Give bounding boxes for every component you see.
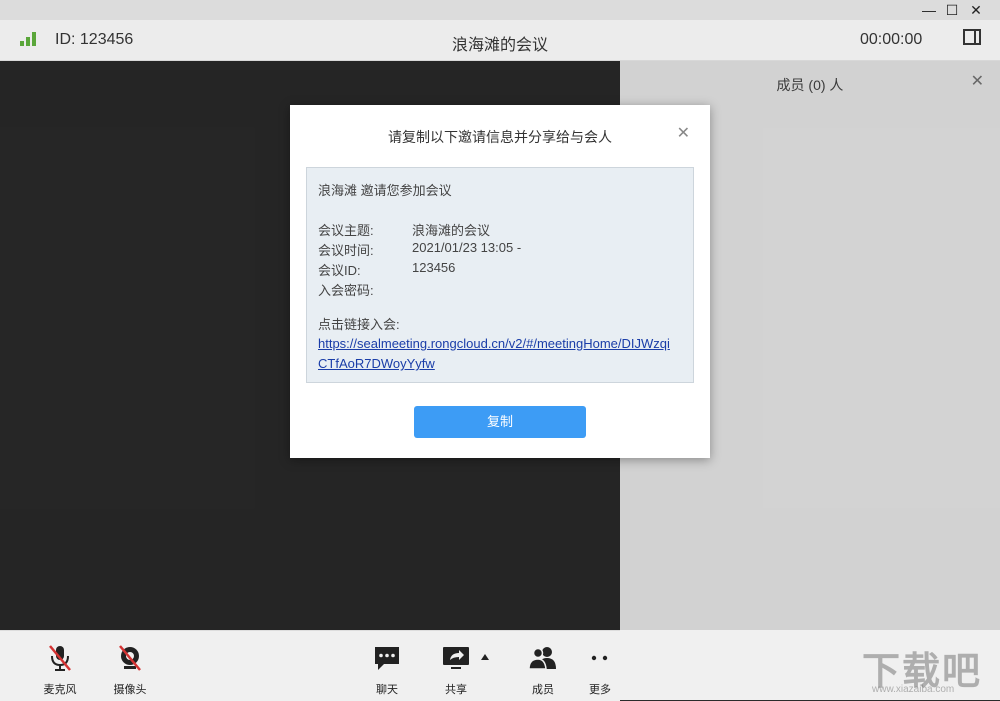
mic-button[interactable]: 麦克风 [30,643,90,697]
share-label: 共享 [445,684,467,696]
meeting-link[interactable]: https://sealmeeting.rongcloud.cn/v2/#/me… [318,334,678,374]
field-label-id: 会议ID: [318,263,361,278]
link-label: 点击链接入会: [318,317,400,332]
dialog-close-button[interactable]: ✕ [677,123,690,143]
invite-info-box[interactable]: 浪海滩 邀请您参加会议 会议主题: 浪海滩的会议 会议时间: 2021/01/2… [306,167,694,383]
mic-label: 麦克风 [43,684,77,696]
window-titlebar: — ☐ ✕ [0,0,1000,20]
field-value-id: 123456 [412,260,456,275]
field-label-time: 会议时间: [318,243,374,258]
meeting-toolbar: 麦克风 摄像头 聊天 共享 成员 更多 [0,630,620,701]
invite-header: 浪海滩 邀请您参加会议 [318,183,452,198]
camera-button[interactable]: 摄像头 [100,643,160,697]
invite-dialog: 请复制以下邀请信息并分享给与会人 ✕ 浪海滩 邀请您参加会议 会议主题: 浪海滩… [290,105,710,458]
chat-icon [375,647,399,670]
more-button[interactable]: 更多 [580,643,620,697]
chat-button[interactable]: 聊天 [357,643,417,697]
more-dots-icon [591,655,608,661]
window-close-button[interactable]: ✕ [968,2,984,18]
share-button[interactable]: 共享 [426,643,486,697]
members-button[interactable]: 成员 [513,643,573,697]
camera-label: 摄像头 [113,684,147,696]
minimize-button[interactable]: — [921,2,937,18]
dialog-title: 请复制以下邀请信息并分享给与会人 [388,129,612,145]
meeting-timer: 00:00:00 [860,31,923,48]
copy-button[interactable]: 复制 [414,406,586,438]
members-label: 成员 [532,684,554,696]
watermark-url: www.xiazaiba.com [872,684,955,695]
chat-label: 聊天 [376,684,398,696]
field-label-password: 入会密码: [318,283,374,298]
meeting-title: 浪海滩的会议 [451,37,548,54]
camera-off-icon [119,645,141,671]
signal-bars-icon [20,32,38,46]
share-options-arrow-icon[interactable] [481,654,489,660]
field-value-topic: 浪海滩的会议 [412,223,491,238]
field-label-topic: 会议主题: [318,223,374,238]
share-screen-icon [443,647,469,669]
more-label: 更多 [589,684,611,696]
meeting-header: ID: 123456 浪海滩的会议 00:00:00 [0,20,1000,61]
meeting-id: ID: 123456 [55,31,134,48]
members-icon [528,647,556,670]
sidebar-toggle-icon[interactable] [963,29,981,45]
mic-muted-icon [49,645,71,671]
field-value-time: 2021/01/23 13:05 - [412,240,522,255]
maximize-button[interactable]: ☐ [944,2,960,18]
